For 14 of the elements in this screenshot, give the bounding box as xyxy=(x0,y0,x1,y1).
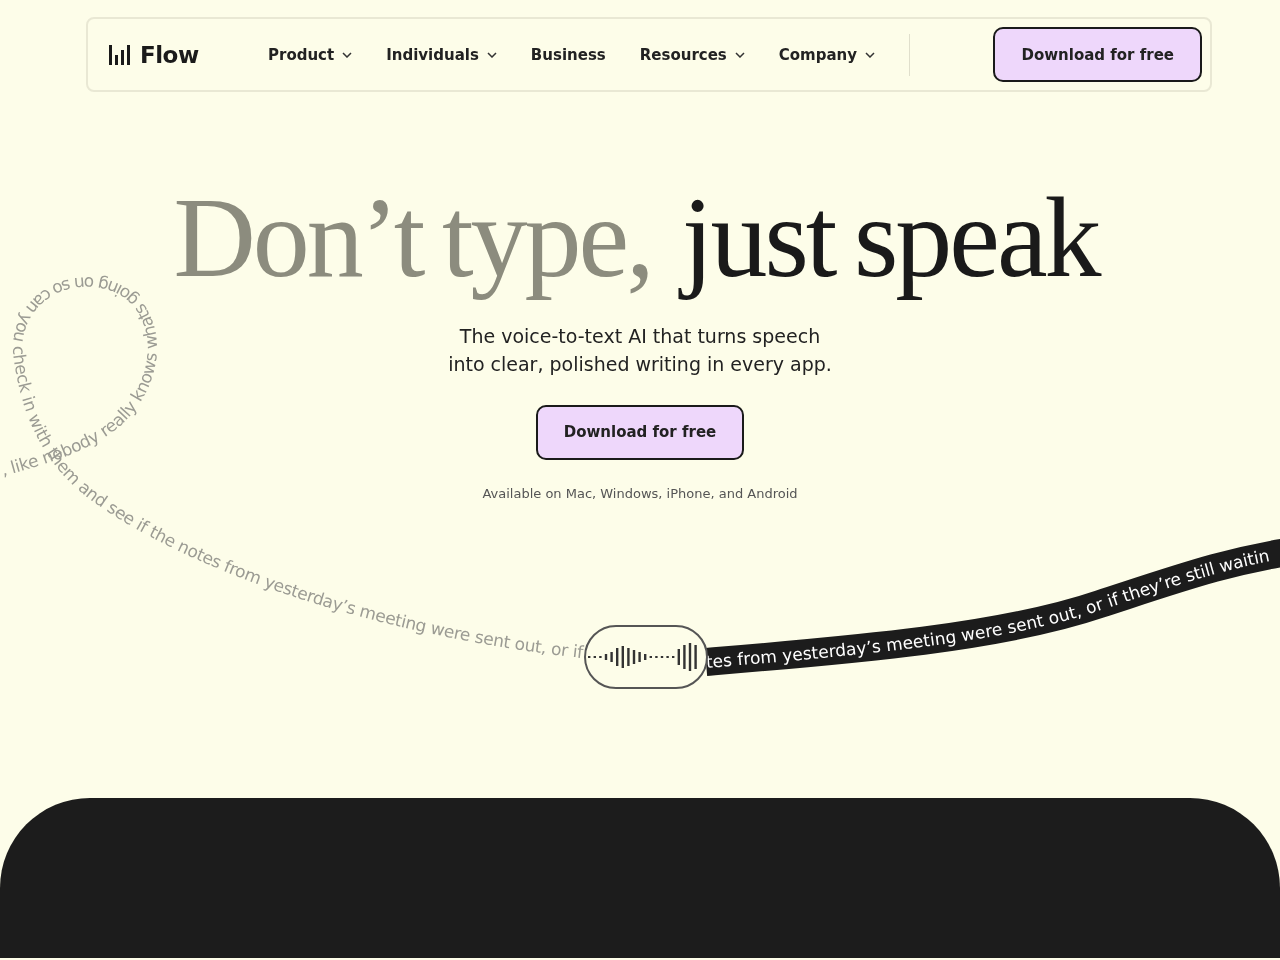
nav-link[interactable]: Individuals xyxy=(386,45,497,64)
logo-text[interactable]: Flow xyxy=(140,41,199,68)
transcribed-text: tes from yesterday’s meeting were sent out, or if they’re still waitin xyxy=(705,545,1272,672)
download-button[interactable]: Download for free xyxy=(993,27,1202,82)
nav-link[interactable]: Business xyxy=(530,45,606,64)
nav-link[interactable]: Resources xyxy=(639,45,745,64)
headline-muted: Don’t type, xyxy=(173,173,653,303)
sound-bars-icon xyxy=(108,42,132,67)
subtitle-line: The voice-to-text AI that turns speech xyxy=(459,323,821,349)
download-button[interactable]: Download for free xyxy=(535,404,745,460)
nav-link[interactable]: Product xyxy=(268,45,353,64)
subtitle-line: into clear, polished writing in every app. xyxy=(448,351,832,377)
availability-text: Available on Mac, Windows, iPhone, and Android xyxy=(482,485,798,501)
nav-link[interactable]: Company xyxy=(778,45,876,64)
